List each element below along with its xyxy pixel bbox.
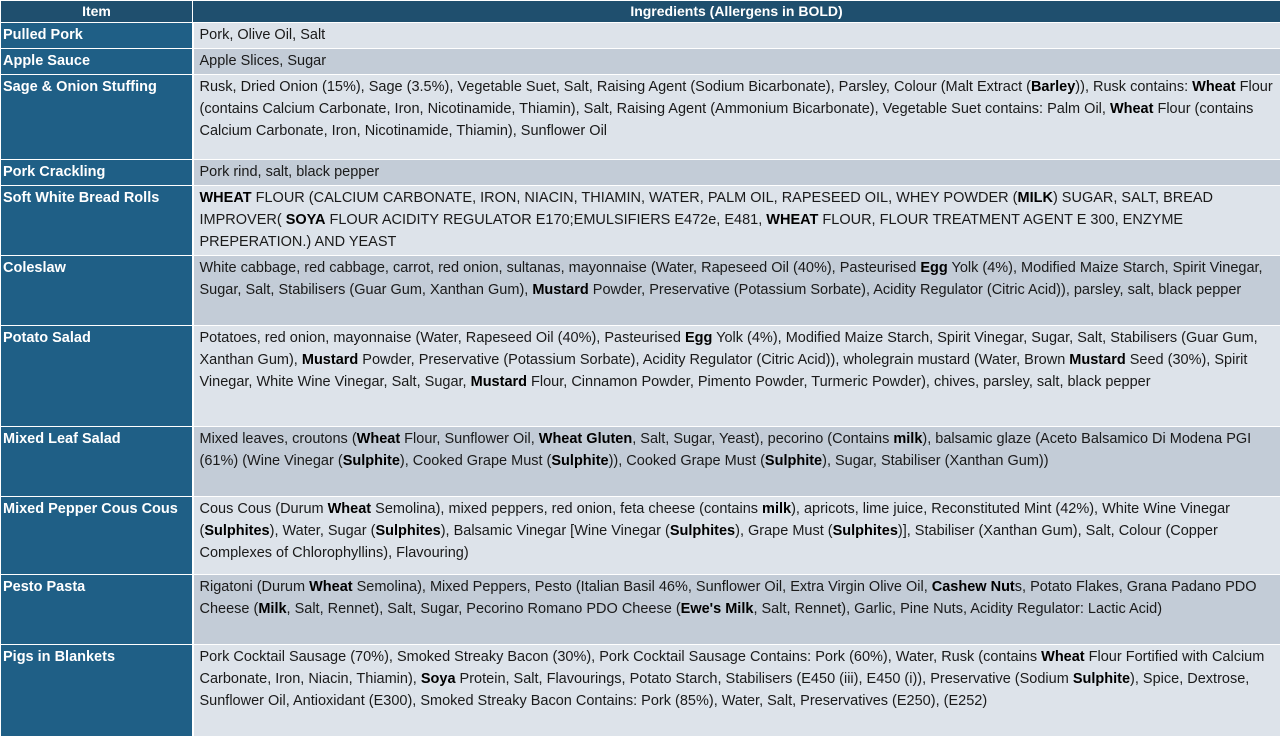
- item-name-cell: Mixed Pepper Cous Cous: [1, 497, 193, 575]
- ingredient-text: Potatoes, red onion, mayonnaise (Water, …: [200, 330, 685, 346]
- item-name-cell: Pork Crackling: [1, 160, 193, 186]
- item-column-header: Item: [1, 1, 193, 23]
- ingredients-cell: Pork rind, salt, black pepper: [193, 160, 1280, 186]
- ingredient-text: FLOUR ACIDITY REGULATOR E170;EMULSIFIERS…: [325, 212, 766, 228]
- ingredient-text: Protein, Salt, Flavourings, Potato Starc…: [456, 671, 1073, 687]
- allergen-text: Mustard: [302, 352, 358, 368]
- ingredients-cell: Cous Cous (Durum Wheat Semolina), mixed …: [193, 497, 1280, 575]
- ingredient-text: , Salt, Rennet), Salt, Sugar, Pecorino R…: [287, 601, 681, 617]
- ingredient-text: Pork rind, salt, black pepper: [200, 164, 380, 180]
- allergen-text: Sulphite: [343, 453, 400, 469]
- table-row: Coleslaw White cabbage, red cabbage, carr…: [1, 256, 1280, 326]
- ingredient-text: Pork, Olive Oil, Salt: [200, 27, 326, 43]
- ingredients-cell: Pork, Olive Oil, Salt: [193, 23, 1280, 49]
- allergen-text: Sulphites: [204, 523, 269, 539]
- allergen-text: Sulphite: [551, 453, 608, 469]
- ingredient-text: White cabbage, red cabbage, carrot, red …: [200, 260, 921, 276]
- table-row: Mixed Pepper Cous CousCous Cous (Durum W…: [1, 497, 1280, 575]
- item-name-cell: Pulled Pork: [1, 23, 193, 49]
- ingredient-text: Mixed leaves, croutons (: [200, 431, 357, 447]
- allergen-text: SOYA: [286, 212, 326, 228]
- allergen-text: Egg: [920, 260, 947, 276]
- ingredient-text: FLOUR (CALCIUM CARBONATE, IRON, NIACIN, …: [252, 190, 1018, 206]
- table-row: Pigs in Blankets Pork Cocktail Sausage (7…: [1, 645, 1280, 737]
- allergen-text: WHEAT: [200, 190, 252, 206]
- item-name-cell: Sage & Onion Stuffing: [1, 75, 193, 160]
- item-name-cell: Potato Salad: [1, 326, 193, 427]
- allergen-text: Wheat Gluten: [539, 431, 632, 447]
- ingredient-text: , Salt, Rennet), Garlic, Pine Nuts, Acid…: [753, 601, 1162, 617]
- allergen-text: Sulphites: [833, 523, 898, 539]
- allergen-table: Item Ingredients (Allergens in BOLD) Pul…: [0, 0, 1280, 737]
- allergen-text: Ewe's Milk: [681, 601, 754, 617]
- allergen-text: Milk: [258, 601, 286, 617]
- table-row: Apple Sauce Apple Slices, Sugar: [1, 49, 1280, 75]
- item-name-cell: Coleslaw: [1, 256, 193, 326]
- ingredients-cell: WHEAT FLOUR (CALCIUM CARBONATE, IRON, NI…: [193, 186, 1280, 256]
- ingredient-text: Pork Cocktail Sausage (70%), Smoked Stre…: [200, 649, 1042, 665]
- allergen-text: MILK: [1018, 190, 1053, 206]
- table-row: Mixed Leaf SaladMixed leaves, croutons (…: [1, 427, 1280, 497]
- ingredients-cell: Potatoes, red onion, mayonnaise (Water, …: [193, 326, 1280, 427]
- allergen-text: Wheat: [357, 431, 401, 447]
- ingredient-text: Powder, Preservative (Potassium Sorbate)…: [589, 282, 1242, 298]
- allergen-text: Sulphite: [1073, 671, 1130, 687]
- ingredient-text: ), Cooked Grape Must (: [400, 453, 552, 469]
- ingredients-cell: Pork Cocktail Sausage (70%), Smoked Stre…: [193, 645, 1280, 737]
- allergen-text: Cashew Nut: [932, 579, 1015, 595]
- ingredients-cell: Mixed leaves, croutons (Wheat Flour, Sun…: [193, 427, 1280, 497]
- table-row: Pork Crackling Pork rind, salt, black pep…: [1, 160, 1280, 186]
- table-row: Pesto PastaRigatoni (Durum Wheat Semolin…: [1, 575, 1280, 645]
- allergen-text: Mustard: [1069, 352, 1125, 368]
- ingredient-text: Semolina), Mixed Peppers, Pesto (Italian…: [353, 579, 932, 595]
- item-name-cell: Apple Sauce: [1, 49, 193, 75]
- allergen-text: Soya: [421, 671, 456, 687]
- allergen-text: Sulphite: [765, 453, 822, 469]
- ingredient-text: ), Balsamic Vinegar [Wine Vinegar (: [441, 523, 670, 539]
- ingredients-column-header: Ingredients (Allergens in BOLD): [193, 1, 1280, 23]
- ingredient-text: Powder, Preservative (Potassium Sorbate)…: [358, 352, 1069, 368]
- allergen-text: milk: [893, 431, 922, 447]
- allergen-text: Wheat: [1110, 101, 1154, 117]
- allergen-text: Egg: [685, 330, 712, 346]
- ingredient-text: ), Water, Sugar (: [270, 523, 376, 539]
- ingredients-cell: Apple Slices, Sugar: [193, 49, 1280, 75]
- allergen-text: Sulphites: [375, 523, 440, 539]
- item-name-cell: Pesto Pasta: [1, 575, 193, 645]
- table-row: Soft White Bread RollsWHEAT FLOUR (CALCI…: [1, 186, 1280, 256]
- allergen-text: Sulphites: [670, 523, 735, 539]
- allergen-text: Mustard: [532, 282, 588, 298]
- ingredient-text: Cous Cous (Durum: [200, 501, 328, 517]
- allergen-text: WHEAT: [766, 212, 818, 228]
- ingredients-cell: White cabbage, red cabbage, carrot, red …: [193, 256, 1280, 326]
- header-row: Item Ingredients (Allergens in BOLD): [1, 1, 1280, 23]
- ingredient-text: Apple Slices, Sugar: [200, 53, 327, 69]
- ingredient-text: Rigatoni (Durum: [200, 579, 310, 595]
- ingredient-text: ), Grape Must (: [735, 523, 833, 539]
- item-name-cell: Soft White Bread Rolls: [1, 186, 193, 256]
- table-row: Pulled Pork Pork, Olive Oil, Salt: [1, 23, 1280, 49]
- allergen-text: Wheat: [309, 579, 353, 595]
- ingredient-text: Flour, Sunflower Oil,: [400, 431, 539, 447]
- ingredient-text: )), Rusk contains:: [1075, 79, 1192, 95]
- table-row: Potato Salad Potatoes, red onion, mayonna…: [1, 326, 1280, 427]
- allergen-text: Wheat: [328, 501, 372, 517]
- table-row: Sage & Onion Stuffing Rusk, Dried Onion (…: [1, 75, 1280, 160]
- ingredients-cell: Rusk, Dried Onion (15%), Sage (3.5%), Ve…: [193, 75, 1280, 160]
- ingredient-text: , Salt, Sugar, Yeast), pecorino (Contain…: [632, 431, 893, 447]
- item-name-cell: Pigs in Blankets: [1, 645, 193, 737]
- ingredient-text: ), Sugar, Stabiliser (Xanthan Gum)): [822, 453, 1048, 469]
- ingredients-cell: Rigatoni (Durum Wheat Semolina), Mixed P…: [193, 575, 1280, 645]
- allergen-text: Wheat: [1192, 79, 1236, 95]
- allergen-text: Barley: [1031, 79, 1075, 95]
- ingredient-text: Semolina), mixed peppers, red onion, fet…: [371, 501, 762, 517]
- allergen-text: Wheat: [1041, 649, 1085, 665]
- allergen-text: Mustard: [471, 374, 527, 390]
- allergen-text: milk: [762, 501, 791, 517]
- table-body: Pulled Pork Pork, Olive Oil, Salt Apple Sa…: [1, 23, 1280, 737]
- ingredient-text: Rusk, Dried Onion (15%), Sage (3.5%), Ve…: [200, 79, 1031, 95]
- ingredient-text: Flour, Cinnamon Powder, Pimento Powder, …: [527, 374, 1151, 390]
- item-name-cell: Mixed Leaf Salad: [1, 427, 193, 497]
- ingredient-text: )), Cooked Grape Must (: [609, 453, 765, 469]
